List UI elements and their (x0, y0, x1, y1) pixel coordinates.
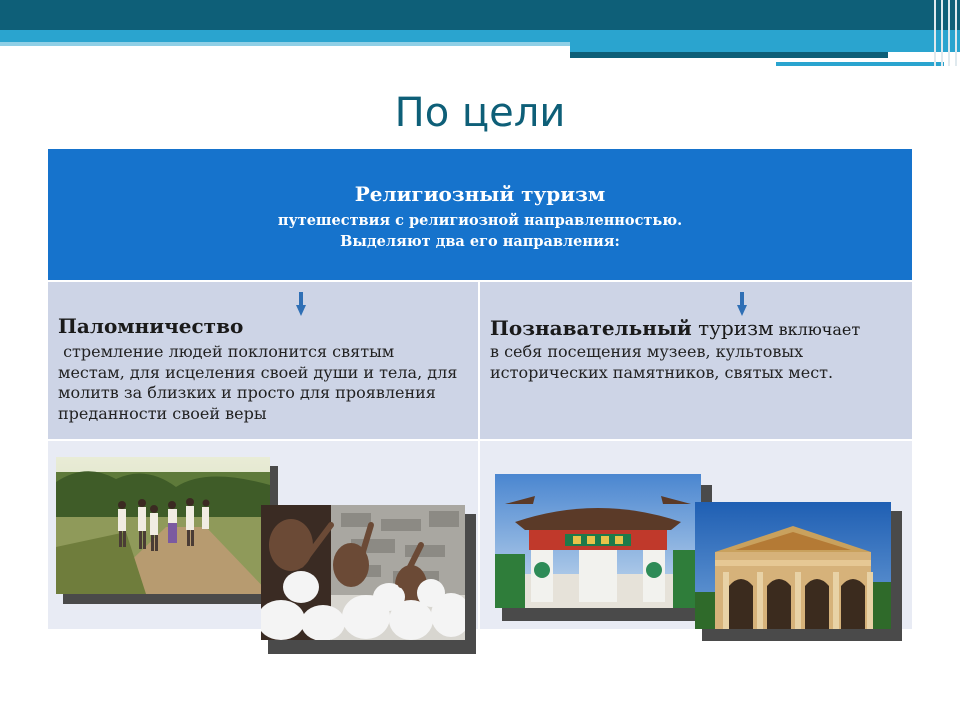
top-decor-stripe (0, 30, 960, 42)
slide-title: По цели (394, 90, 566, 136)
cognitive-photos-cell (480, 441, 912, 641)
cognitive-tourism-cell: Познавательный туризм включает в себя по… (480, 282, 912, 439)
pilgrimage-heading: Паломничество (58, 314, 244, 338)
right-decor-bar (570, 52, 888, 58)
content-table: Религиозный туризм путешествия с религио… (48, 149, 912, 654)
cognitive-tourism-heading: Познавательный туризм включает (490, 316, 861, 340)
chinese-gate-photo (495, 474, 701, 608)
cognitive-tourism-description: в себя посещения музеев, культовых истор… (490, 342, 834, 382)
corner-decor-lines (930, 0, 960, 70)
header-subtitle: путешествия с религиозной направленность… (277, 212, 683, 250)
church-photo (695, 502, 891, 629)
table-header: Религиозный туризм путешествия с религио… (48, 149, 912, 280)
down-arrow-icon (296, 292, 306, 316)
right-decor-stripe (570, 42, 960, 52)
right-decor-line (776, 62, 944, 66)
pilgrimage-photos-cell (48, 441, 478, 654)
top-decor-bar (0, 0, 960, 30)
top-decor-thin-line (0, 42, 570, 46)
pilgrimage-cell: Паломничество стремление людей поклонитс… (48, 282, 478, 439)
pilgrimage-description: стремление людей поклонится святым места… (58, 342, 458, 423)
wailing-wall-photo (261, 505, 465, 640)
pilgrims-walking-photo (56, 457, 270, 594)
down-arrow-icon (737, 292, 747, 316)
header-title: Религиозный туризм (354, 182, 606, 206)
